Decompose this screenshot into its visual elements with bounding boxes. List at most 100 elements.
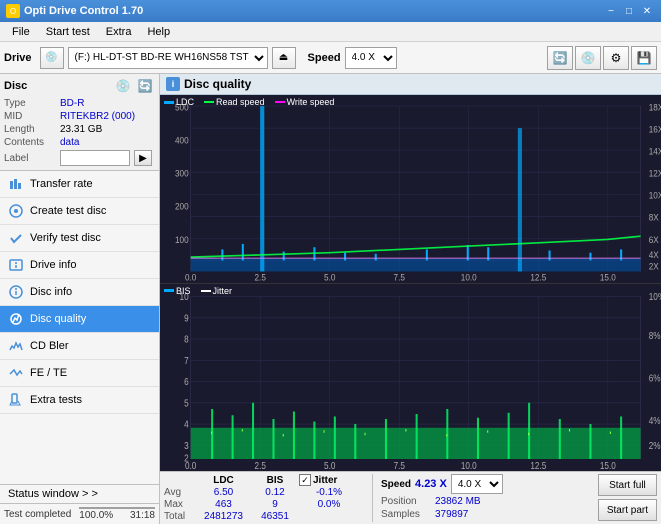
nav-label-cd-bler: CD Bler xyxy=(30,340,69,352)
right-panel: i Disc quality LDC Read speed Write spee… xyxy=(160,74,661,524)
bis-header: BIS xyxy=(255,475,295,486)
speed-stat-select[interactable]: 4.0 X xyxy=(451,474,503,494)
svg-text:9: 9 xyxy=(184,312,189,323)
disc-details-button[interactable]: 💿 xyxy=(113,78,133,94)
position-value: 23862 MB xyxy=(435,496,481,507)
avg-jitter: -0.1% xyxy=(299,487,359,498)
svg-text:2.5: 2.5 xyxy=(255,272,267,282)
start-full-button[interactable]: Start full xyxy=(598,474,657,496)
nav-label-extra-tests: Extra tests xyxy=(30,394,82,406)
time-elapsed: 31:18 xyxy=(130,510,155,521)
sidebar-item-extra-tests[interactable]: Extra tests xyxy=(0,387,159,414)
svg-text:6%: 6% xyxy=(649,372,661,383)
cd-bler-icon xyxy=(8,338,24,354)
start-part-button[interactable]: Start part xyxy=(598,499,657,521)
settings-button[interactable]: ⚙ xyxy=(603,46,629,70)
svg-text:15.0: 15.0 xyxy=(600,272,616,282)
disc-refresh-button[interactable]: 🔄 xyxy=(135,78,155,94)
bottom-chart-svg: 10 9 8 7 6 5 4 3 2 10% 8% 6% 4% 2% 0.0 xyxy=(160,284,661,472)
sidebar-item-transfer-rate[interactable]: Transfer rate xyxy=(0,171,159,198)
svg-text:400: 400 xyxy=(175,135,189,145)
menu-file[interactable]: File xyxy=(4,24,38,40)
svg-text:7: 7 xyxy=(184,355,189,366)
nav-label-create-test-disc: Create test disc xyxy=(30,205,106,217)
progress-bar xyxy=(79,507,155,509)
maximize-button[interactable]: □ xyxy=(621,4,637,18)
sidebar-item-cd-bler[interactable]: CD Bler xyxy=(0,333,159,360)
refresh-button[interactable]: 🔄 xyxy=(547,46,573,70)
svg-text:14X: 14X xyxy=(649,146,661,156)
label-go-button[interactable]: ▶ xyxy=(134,150,152,166)
svg-text:12.5: 12.5 xyxy=(530,460,546,471)
samples-label: Samples xyxy=(381,509,431,520)
sidebar-item-disc-quality[interactable]: Disc quality xyxy=(0,306,159,333)
sidebar-item-fe-te[interactable]: FE / TE xyxy=(0,360,159,387)
speed-select[interactable]: 4.0 X xyxy=(345,47,397,69)
sidebar-item-disc-info[interactable]: Disc info xyxy=(0,279,159,306)
svg-text:12.5: 12.5 xyxy=(530,272,546,282)
svg-text:10.0: 10.0 xyxy=(461,460,477,471)
svg-text:5.0: 5.0 xyxy=(324,272,336,282)
menu-help[interactable]: Help xyxy=(139,24,178,40)
total-ldc: 2481273 xyxy=(196,511,251,522)
samples-value: 379897 xyxy=(435,509,468,520)
drive-select[interactable]: (F:) HL-DT-ST BD-RE WH16NS58 TST4 xyxy=(68,47,268,69)
label-input[interactable] xyxy=(60,150,130,166)
app-title: Opti Drive Control 1.70 xyxy=(24,5,143,17)
mid-label: MID xyxy=(4,111,56,122)
avg-label: Avg xyxy=(164,487,192,498)
svg-text:16X: 16X xyxy=(649,124,661,134)
avg-bis: 0.12 xyxy=(255,487,295,498)
action-buttons: Start full Start part xyxy=(598,474,657,521)
avg-ldc: 6.50 xyxy=(196,487,251,498)
label-key: Label xyxy=(4,153,56,164)
drive-info-icon xyxy=(8,257,24,273)
top-chart-legend: LDC Read speed Write speed xyxy=(164,97,334,107)
svg-text:2.5: 2.5 xyxy=(255,460,266,471)
eject-button[interactable]: ⏏ xyxy=(272,47,296,69)
svg-text:5: 5 xyxy=(184,397,189,408)
disc-quality-header: i Disc quality xyxy=(160,74,661,95)
svg-text:10X: 10X xyxy=(649,190,661,200)
nav-label-drive-info: Drive info xyxy=(30,259,76,271)
close-button[interactable]: ✕ xyxy=(639,4,655,18)
svg-text:300: 300 xyxy=(175,168,189,178)
disc-quality-header-icon: i xyxy=(166,77,180,91)
svg-text:10%: 10% xyxy=(649,291,661,302)
ldc-header: LDC xyxy=(196,475,251,486)
sidebar-item-drive-info[interactable]: Drive info xyxy=(0,252,159,279)
save-button[interactable]: 💾 xyxy=(631,46,657,70)
svg-text:7.5: 7.5 xyxy=(394,272,406,282)
drive-icon-button[interactable]: 💿 xyxy=(40,47,64,69)
sidebar-item-create-test-disc[interactable]: Create test disc xyxy=(0,198,159,225)
svg-text:8: 8 xyxy=(184,333,189,344)
drive-bar: Drive 💿 (F:) HL-DT-ST BD-RE WH16NS58 TST… xyxy=(0,42,661,74)
legend-read-speed: Read speed xyxy=(216,97,265,107)
type-label: Type xyxy=(4,98,56,109)
svg-text:10.0: 10.0 xyxy=(461,272,477,282)
svg-text:2%: 2% xyxy=(649,440,661,451)
fe-te-icon xyxy=(8,365,24,381)
svg-text:8%: 8% xyxy=(649,330,661,341)
stats-divider xyxy=(372,474,373,522)
stats-bar: LDC BIS ✓ Jitter Avg 6.50 0.12 -0.1% Max… xyxy=(160,471,661,524)
speed-stat-value: 4.23 X xyxy=(415,478,447,490)
minimize-button[interactable]: − xyxy=(603,4,619,18)
main-layout: Disc 💿 🔄 Type BD-R MID RITEKBR2 (000) Le… xyxy=(0,74,661,524)
disc-button[interactable]: 💿 xyxy=(575,46,601,70)
speed-label: Speed xyxy=(308,52,341,64)
disc-panel: Disc 💿 🔄 Type BD-R MID RITEKBR2 (000) Le… xyxy=(0,74,159,171)
jitter-checkbox[interactable]: ✓ xyxy=(299,474,311,486)
sidebar-item-verify-test-disc[interactable]: Verify test disc xyxy=(0,225,159,252)
menu-extra[interactable]: Extra xyxy=(98,24,140,40)
drive-label: Drive xyxy=(4,52,32,64)
status-window-button[interactable]: Status window > > xyxy=(0,485,159,504)
max-ldc: 463 xyxy=(196,499,251,510)
svg-text:6X: 6X xyxy=(649,234,659,244)
menu-start-test[interactable]: Start test xyxy=(38,24,98,40)
svg-text:12X: 12X xyxy=(649,168,661,178)
app-icon: O xyxy=(6,4,20,18)
status-completed-text: Test completed xyxy=(4,509,71,520)
svg-text:0.0: 0.0 xyxy=(185,272,197,282)
transfer-rate-icon xyxy=(8,176,24,192)
